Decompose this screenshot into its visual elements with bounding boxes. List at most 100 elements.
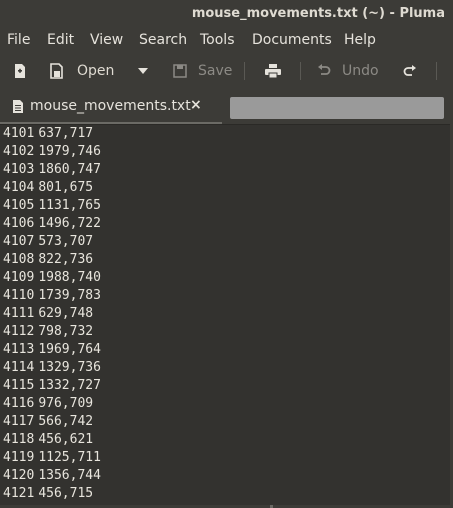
toolbar-separator [436, 62, 437, 80]
tab-label: mouse_movements.txt [30, 98, 191, 114]
text-line[interactable]: 4120 1356,744 [3, 467, 101, 485]
text-line[interactable]: 4104 801,675 [3, 179, 101, 197]
undo-button[interactable]: Undo [317, 59, 379, 83]
menu-bar: File Edit View Search Tools Documents He… [0, 30, 453, 50]
line-text: 456,715 [38, 486, 94, 501]
line-text: 1131,765 [38, 198, 101, 213]
menu-documents[interactable]: Documents [252, 30, 332, 50]
title-bar[interactable]: mouse_movements.txt (~) - Pluma [0, 0, 453, 30]
line-number: 4105 [3, 198, 35, 213]
toolbar-separator [244, 62, 245, 80]
new-document-icon [15, 64, 25, 78]
text-file-icon [13, 100, 23, 113]
line-text: 1332,727 [38, 378, 101, 393]
text-line[interactable]: 4111 629,748 [3, 305, 101, 323]
save-button[interactable]: Save [172, 59, 232, 83]
line-number: 4119 [3, 450, 35, 465]
line-number: 4103 [3, 162, 35, 177]
line-number: 4107 [3, 234, 35, 249]
menu-help[interactable]: Help [344, 30, 376, 50]
line-number: 4104 [3, 180, 35, 195]
text-line[interactable]: 4103 1860,747 [3, 161, 101, 179]
text-editor[interactable]: 4101 637,717 4102 1979,746 4103 1860,747 4104 8… [0, 124, 450, 506]
line-text: 1356,744 [38, 468, 101, 483]
tab-redacted[interactable] [230, 97, 444, 119]
save-icon [173, 64, 187, 78]
toolbar: Open Save Undo [0, 54, 453, 88]
text-line[interactable]: 4116 976,709 [3, 395, 101, 413]
line-text: 1979,746 [38, 144, 101, 159]
text-line[interactable]: 4106 1496,722 [3, 215, 101, 233]
line-text: 1988,740 [38, 270, 101, 285]
menu-tools[interactable]: Tools [200, 30, 235, 50]
line-number: 4120 [3, 468, 35, 483]
close-icon[interactable]: × [190, 97, 202, 113]
menu-view[interactable]: View [90, 30, 123, 50]
line-number: 4108 [3, 252, 35, 267]
line-number: 4116 [3, 396, 35, 411]
redo-button[interactable] [403, 59, 417, 83]
line-number: 4102 [3, 144, 35, 159]
text-line[interactable]: 4107 573,707 [3, 233, 101, 251]
line-text: 629,748 [38, 306, 94, 321]
line-text: 976,709 [38, 396, 94, 411]
line-text: 798,732 [38, 324, 94, 339]
print-icon [265, 64, 281, 79]
line-text: 456,621 [38, 432, 94, 447]
window-title: mouse_movements.txt (~) - Pluma [191, 6, 445, 21]
line-number: 4112 [3, 324, 35, 339]
text-line[interactable]: 4109 1988,740 [3, 269, 101, 287]
tab-mouse-movements[interactable]: mouse_movements.txt × [0, 90, 222, 124]
line-number: 4115 [3, 378, 35, 393]
open-button[interactable]: Open [48, 59, 114, 83]
text-line[interactable]: 4121 456,715 [3, 485, 101, 503]
editor-lines: 4101 637,717 4102 1979,746 4103 1860,747 4104 8… [3, 125, 101, 503]
tab-bar: mouse_movements.txt × [0, 90, 453, 125]
new-button[interactable] [12, 59, 28, 83]
pluma-window: mouse_movements.txt (~) - Pluma File Edi… [0, 0, 453, 508]
menu-search[interactable]: Search [139, 30, 187, 50]
line-text: 566,742 [38, 414, 94, 429]
line-text: 637,717 [38, 126, 94, 141]
menu-file[interactable]: File [7, 30, 30, 50]
text-line[interactable]: 4102 1979,746 [3, 143, 101, 161]
chevron-down-icon [138, 68, 148, 74]
text-line[interactable]: 4112 798,732 [3, 323, 101, 341]
open-label: Open [77, 63, 115, 79]
text-line[interactable]: 4113 1969,764 [3, 341, 101, 359]
text-line[interactable]: 4110 1739,783 [3, 287, 101, 305]
text-line[interactable]: 4105 1131,765 [3, 197, 101, 215]
text-line[interactable]: 4117 566,742 [3, 413, 101, 431]
text-line[interactable]: 4108 822,736 [3, 251, 101, 269]
line-number: 4109 [3, 270, 35, 285]
line-text: 801,675 [38, 180, 94, 195]
text-line[interactable]: 4114 1329,736 [3, 359, 101, 377]
line-text: 1739,783 [38, 288, 101, 303]
line-text: 1125,711 [38, 450, 101, 465]
undo-icon [318, 64, 331, 75]
text-line[interactable]: 4118 456,621 [3, 431, 101, 449]
line-number: 4113 [3, 342, 35, 357]
line-text: 1329,736 [38, 360, 101, 375]
line-text: 1496,722 [38, 216, 101, 231]
redo-icon [403, 65, 416, 76]
open-dropdown-button[interactable] [137, 59, 149, 83]
text-line[interactable]: 4101 637,717 [3, 125, 101, 143]
line-number: 4118 [3, 432, 35, 447]
line-number: 4111 [3, 306, 35, 321]
toolbar-separator [300, 62, 301, 80]
open-file-icon [50, 63, 63, 79]
save-label: Save [198, 63, 233, 79]
text-line[interactable]: 4115 1332,727 [3, 377, 101, 395]
line-number: 4114 [3, 360, 35, 375]
line-number: 4121 [3, 486, 35, 501]
menu-edit[interactable]: Edit [47, 30, 74, 50]
line-number: 4117 [3, 414, 35, 429]
line-number: 4110 [3, 288, 35, 303]
undo-label: Undo [342, 63, 379, 79]
line-text: 573,707 [38, 234, 94, 249]
print-button[interactable] [264, 59, 282, 83]
line-text: 822,736 [38, 252, 94, 267]
text-line[interactable]: 4119 1125,711 [3, 449, 101, 467]
line-text: 1860,747 [38, 162, 101, 177]
